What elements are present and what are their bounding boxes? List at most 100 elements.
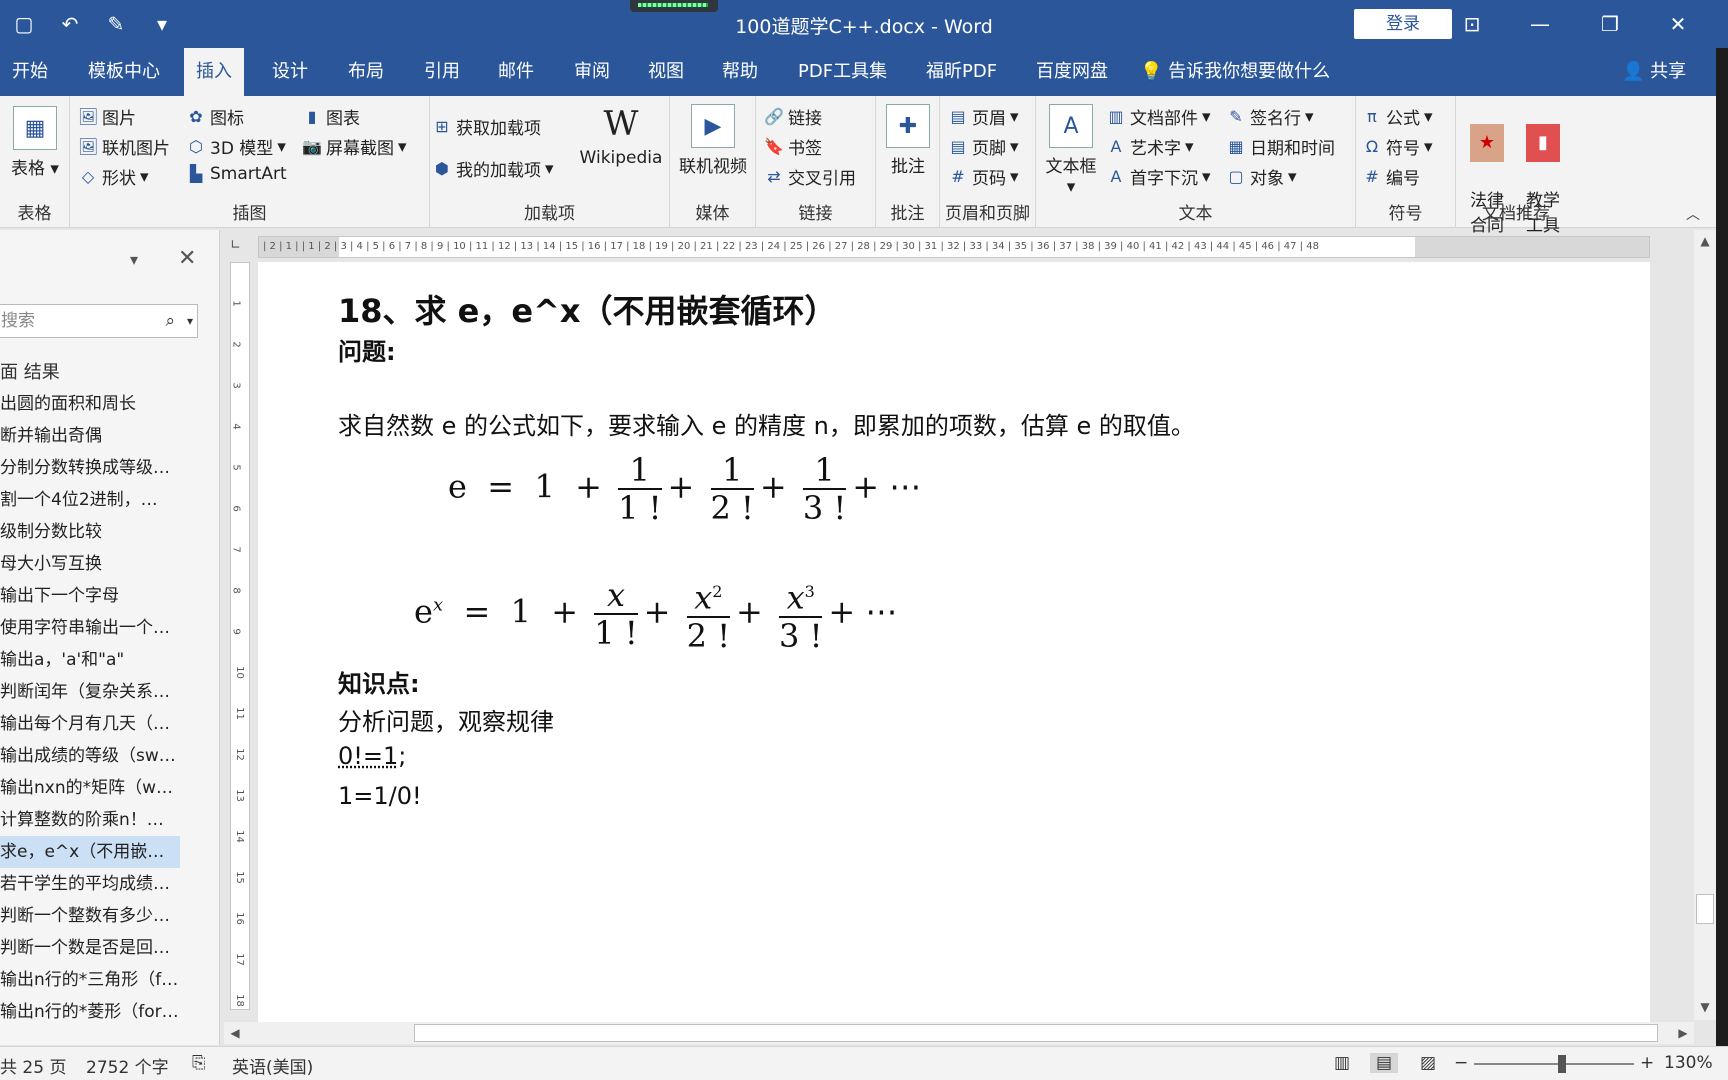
nav-heading-item[interactable]: 分制分数转换成等级… bbox=[0, 452, 180, 484]
tab-template-center[interactable]: 模板中心 bbox=[76, 48, 172, 96]
pane-close-icon[interactable]: ✕ bbox=[178, 246, 196, 271]
nav-heading-item[interactable]: 输出a，'a'和"a" bbox=[0, 644, 180, 676]
scroll-down-icon[interactable]: ▼ bbox=[1694, 996, 1716, 1018]
tab-insert[interactable]: 插入 bbox=[184, 48, 244, 96]
document-page[interactable]: 18、求 e，e^x（不用嵌套循环） 问题: 求自然数 e 的公式如下，要求输入… bbox=[258, 262, 1650, 1022]
nav-heading-item[interactable]: 输出下一个字母 bbox=[0, 580, 180, 612]
nav-heading-item[interactable]: 使用字符串输出一个… bbox=[0, 612, 180, 644]
minimize-icon[interactable]: — bbox=[1520, 8, 1560, 40]
pictures-button[interactable]: 🖼 图片 bbox=[78, 104, 136, 130]
horizontal-ruler[interactable]: | 2 | 1 | | 1 | 2 | 3 | 4 | 5 | 6 | 7 | … bbox=[258, 236, 1650, 258]
tell-me-search[interactable]: 💡 告诉我你想要做什么 bbox=[1140, 48, 1330, 96]
tab-review[interactable]: 审阅 bbox=[562, 48, 622, 96]
page-number-button[interactable]: # 页码 ▾ bbox=[948, 164, 1018, 190]
nav-heading-item[interactable]: 判断一个整数有多少… bbox=[0, 900, 180, 932]
nav-heading-item[interactable]: 输出每个月有几天（… bbox=[0, 708, 180, 740]
nav-heading-item[interactable]: 输出n行的*菱形（for… bbox=[0, 996, 180, 1028]
customize-qat-icon[interactable]: ▾ bbox=[146, 8, 178, 40]
tab-help[interactable]: 帮助 bbox=[710, 48, 770, 96]
language[interactable]: 英语(美国) bbox=[232, 1053, 313, 1078]
scroll-left-icon[interactable]: ◀ bbox=[224, 1022, 246, 1044]
object-button[interactable]: ▢ 对象 ▾ bbox=[1226, 164, 1296, 190]
share-button[interactable]: 👤 共享 bbox=[1622, 48, 1686, 96]
tab-layout[interactable]: 布局 bbox=[336, 48, 396, 96]
zoom-level[interactable]: 130% bbox=[1664, 1053, 1713, 1073]
search-dropdown-icon[interactable]: ▾ bbox=[187, 305, 193, 337]
chart-button[interactable]: ▮ 图表 bbox=[302, 104, 360, 130]
web-layout-icon[interactable]: ▨ bbox=[1420, 1053, 1436, 1073]
cross-reference-button[interactable]: ⇄ 交叉引用 bbox=[764, 164, 856, 190]
online-video-button[interactable]: ▶ 联机视频 bbox=[672, 104, 754, 177]
online-pictures-button[interactable]: 🖼 联机图片 bbox=[78, 134, 170, 160]
screenshot-button[interactable]: 📷 屏幕截图 ▾ bbox=[302, 134, 407, 160]
login-button[interactable]: 登录 bbox=[1354, 9, 1452, 39]
collapse-ribbon-icon[interactable]: ︿ bbox=[1686, 204, 1700, 224]
tab-mailings[interactable]: 邮件 bbox=[486, 48, 546, 96]
wikipedia-button[interactable]: W Wikipedia bbox=[574, 100, 668, 168]
textbox-button[interactable]: A 文本框 ▾ bbox=[1040, 104, 1102, 197]
header-button[interactable]: ▤ 页眉 ▾ bbox=[948, 104, 1018, 130]
zoom-in-icon[interactable]: + bbox=[1640, 1053, 1654, 1073]
nav-heading-item[interactable]: 输出nxn的*矩阵（w… bbox=[0, 772, 180, 804]
wordart-button[interactable]: A 艺术字 ▾ bbox=[1106, 134, 1194, 160]
comment-button[interactable]: ✚ 批注 bbox=[880, 104, 936, 177]
shapes-button[interactable]: ◇ 形状 ▾ bbox=[78, 164, 149, 190]
tab-pdf-tools[interactable]: PDF工具集 bbox=[786, 48, 899, 96]
nav-heading-item[interactable]: 输出n行的*三角形（f… bbox=[0, 964, 180, 996]
quick-parts-button[interactable]: ▥ 文档部件 ▾ bbox=[1106, 104, 1210, 130]
link-button[interactable]: 🔗 链接 bbox=[764, 104, 822, 130]
proofing-icon[interactable]: ⎘ bbox=[192, 1053, 206, 1073]
zoom-out-icon[interactable]: − bbox=[1454, 1053, 1468, 1073]
smartart-button[interactable]: ▙ SmartArt bbox=[186, 164, 287, 184]
nav-heading-item[interactable]: 母大小写互换 bbox=[0, 548, 180, 580]
table-button[interactable]: ▦ 表格 ▾ bbox=[10, 106, 60, 179]
nav-heading-item[interactable]: 级制分数比较 bbox=[0, 516, 180, 548]
tab-baidu-netdisk[interactable]: 百度网盘 bbox=[1024, 48, 1120, 96]
nav-heading-item[interactable]: 输出成绩的等级（sw… bbox=[0, 740, 180, 772]
icons-button[interactable]: ✿ 图标 bbox=[186, 104, 244, 130]
footer-button[interactable]: ▤ 页脚 ▾ bbox=[948, 134, 1018, 160]
bookmark-button[interactable]: 🔖 书签 bbox=[764, 134, 822, 160]
tab-references[interactable]: 引用 bbox=[412, 48, 472, 96]
drop-cap-button[interactable]: A 首字下沉 ▾ bbox=[1106, 164, 1211, 190]
my-addins-button[interactable]: ⬢ 我的加载项 ▾ bbox=[432, 156, 554, 182]
nav-heading-item[interactable]: 判断闰年（复杂关系… bbox=[0, 676, 180, 708]
nav-heading-item[interactable]: 求e，e^x（不用嵌套… bbox=[0, 836, 180, 868]
zoom-slider-knob[interactable] bbox=[1557, 1055, 1566, 1073]
tab-selector-icon[interactable]: ∟ bbox=[230, 238, 246, 254]
undo-icon[interactable]: ↶ bbox=[54, 8, 86, 40]
3d-models-button[interactable]: ⬡ 3D 模型 ▾ bbox=[186, 134, 286, 160]
signature-line-button[interactable]: ✎ 签名行 ▾ bbox=[1226, 104, 1313, 130]
edit-icon[interactable]: ✎ bbox=[100, 8, 132, 40]
restore-icon[interactable]: ❐ bbox=[1590, 8, 1630, 40]
scroll-up-icon[interactable]: ▲ bbox=[1694, 230, 1716, 252]
pane-options-icon[interactable]: ▾ bbox=[130, 250, 138, 269]
zoom-slider[interactable] bbox=[1474, 1055, 1634, 1073]
save-icon[interactable]: ▢ bbox=[8, 8, 40, 40]
nav-heading-item[interactable]: 若干学生的平均成绩… bbox=[0, 868, 180, 900]
nav-tabs[interactable]: 面 结果 bbox=[0, 358, 60, 384]
print-layout-icon[interactable]: ▤ bbox=[1370, 1053, 1399, 1073]
nav-search-input[interactable]: 搜索 ⌕ ▾ bbox=[0, 304, 198, 338]
page-count[interactable]: 共 25 页 bbox=[0, 1053, 66, 1078]
read-mode-icon[interactable]: ▥ bbox=[1334, 1053, 1350, 1073]
tab-home[interactable]: 开始 bbox=[0, 48, 60, 96]
close-icon[interactable]: ✕ bbox=[1658, 8, 1698, 40]
tab-view[interactable]: 视图 bbox=[636, 48, 696, 96]
word-count[interactable]: 2752 个字 bbox=[86, 1053, 169, 1078]
date-time-button[interactable]: ▦ 日期和时间 bbox=[1226, 134, 1335, 160]
vertical-scrollbar[interactable]: ▲ ▼ bbox=[1694, 230, 1716, 1020]
get-addins-button[interactable]: ⊞ 获取加载项 bbox=[432, 114, 541, 140]
number-button[interactable]: # 编号 bbox=[1362, 164, 1420, 190]
nav-heading-item[interactable]: 割一个4位2进制，… bbox=[0, 484, 180, 516]
scroll-right-icon[interactable]: ▶ bbox=[1672, 1022, 1694, 1044]
equation-button[interactable]: π 公式 ▾ bbox=[1362, 104, 1432, 130]
nav-heading-item[interactable]: 计算整数的阶乘n！… bbox=[0, 804, 180, 836]
nav-heading-item[interactable]: 断并输出奇偶 bbox=[0, 420, 180, 452]
vertical-ruler[interactable]: 1 2 3 4 5 6 7 8 9 10 11 12 13 14 15 16 17 18 bbox=[230, 262, 250, 1010]
tab-foxit-pdf[interactable]: 福昕PDF bbox=[914, 48, 1009, 96]
symbol-button[interactable]: Ω 符号 ▾ bbox=[1362, 134, 1433, 160]
nav-heading-item[interactable]: 判断一个数是否是回… bbox=[0, 932, 180, 964]
tab-design[interactable]: 设计 bbox=[260, 48, 320, 96]
horizontal-scroll-thumb[interactable] bbox=[414, 1024, 1658, 1042]
